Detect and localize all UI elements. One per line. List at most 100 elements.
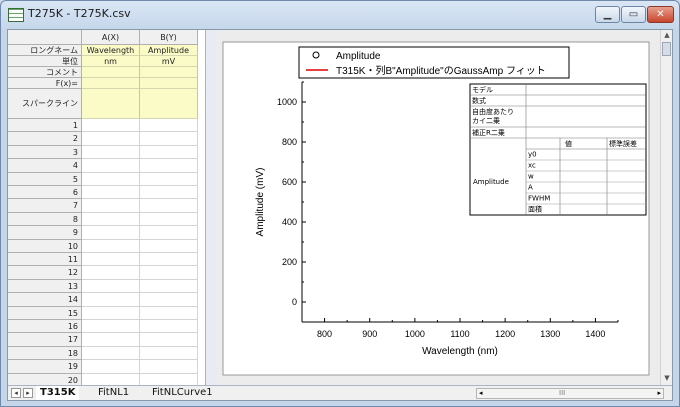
maximize-button[interactable]: ▭ [621,6,646,23]
row-header[interactable]: 15 [8,307,82,320]
data-cell[interactable] [140,280,198,293]
data-cell[interactable] [82,132,140,146]
corner-cell[interactable] [8,30,82,45]
label-cell[interactable] [140,78,198,89]
scroll-down-arrow-icon[interactable]: ▼ [662,373,672,384]
data-cell[interactable] [82,226,140,240]
data-cell[interactable] [82,240,140,253]
data-cell[interactable] [82,119,140,132]
label-cell[interactable] [82,67,140,78]
minimize-button[interactable]: ▁ [595,6,620,23]
tab-scroll-left-icon[interactable]: ◂ [11,388,21,398]
fit-table-row-label: 補正R二乗 [472,128,505,137]
label-cell[interactable] [140,67,198,78]
data-cell[interactable] [82,360,140,374]
scroll-right-arrow-icon[interactable]: ▸ [657,389,661,397]
tab-fitnlcurve1[interactable]: FitNLCurve1 [148,386,217,400]
horizontal-scrollbar[interactable]: ◂ III ▸ [476,388,664,399]
label-row-header[interactable]: スパークライン [8,89,82,119]
data-cell[interactable] [140,159,198,173]
y-axis-title: Amplitude (mV) [255,168,266,237]
row-header[interactable]: 8 [8,213,82,226]
data-cell[interactable] [140,132,198,146]
data-cell[interactable] [82,173,140,186]
data-cell[interactable] [140,240,198,253]
row-header[interactable]: 12 [8,266,82,280]
data-cell[interactable] [140,320,198,333]
row-header[interactable]: 2 [8,132,82,146]
fit-table-col-value: 値 [565,139,572,148]
data-cell[interactable] [82,280,140,293]
row-header[interactable]: 4 [8,159,82,173]
row-header[interactable]: 9 [8,226,82,240]
data-cell[interactable] [140,226,198,240]
label-cell[interactable]: mV [140,56,198,67]
data-cell[interactable] [82,146,140,159]
label-cell[interactable]: nm [82,56,140,67]
data-cell[interactable] [82,186,140,199]
data-cell[interactable] [140,213,198,226]
graph-page[interactable]: 800 900 1000 1100 1200 1300 1400 0 200 400 600 800 1… [217,30,660,385]
data-cell[interactable] [140,266,198,280]
row-header[interactable]: 5 [8,173,82,186]
scroll-left-arrow-icon[interactable]: ◂ [479,389,483,397]
scroll-thumb[interactable] [662,42,671,56]
scroll-up-arrow-icon[interactable]: ▲ [662,30,672,41]
data-cell[interactable] [140,186,198,199]
row-header[interactable]: 7 [8,199,82,213]
scroll-grip-icon[interactable]: III [559,389,565,397]
vertical-scrollbar[interactable]: ▲ ▼ [660,30,672,385]
close-button[interactable]: ✕ [647,6,674,23]
tab-t315k[interactable]: T315K [36,386,80,400]
label-cell[interactable] [140,89,198,119]
label-row-header[interactable]: ロングネーム [8,45,82,56]
data-cell[interactable] [140,347,198,360]
title-bar[interactable]: T275K - T275K.csv ▁ ▭ ✕ [1,1,679,29]
row-header[interactable]: 11 [8,253,82,266]
data-cell[interactable] [140,307,198,320]
graph-area[interactable]: 800 900 1000 1100 1200 1300 1400 0 200 400 600 800 1… [217,30,660,385]
row-header[interactable]: 1 [8,119,82,132]
data-cell[interactable] [140,173,198,186]
tab-fitnl1[interactable]: FitNL1 [94,386,133,400]
tab-scroll-right-icon[interactable]: ▸ [23,388,33,398]
data-cell[interactable] [140,119,198,132]
worksheet-grid[interactable]: A(X) B(Y) ロングネーム Wavelength Amplitude 単位 nm mV コ… [8,30,205,387]
data-cell[interactable] [82,213,140,226]
y-tick-label: 600 [282,177,297,187]
data-cell[interactable] [140,146,198,159]
column-header[interactable]: A(X) [82,30,140,45]
label-row-header[interactable]: F(x)= [8,78,82,89]
data-cell[interactable] [82,333,140,347]
label-cell[interactable]: Amplitude [140,45,198,56]
label-cell[interactable] [82,89,140,119]
row-header[interactable]: 14 [8,293,82,307]
data-cell[interactable] [82,253,140,266]
label-row-header[interactable]: コメント [8,67,82,78]
label-cell[interactable]: Wavelength [82,45,140,56]
data-cell[interactable] [140,333,198,347]
label-cell[interactable] [82,78,140,89]
data-cell[interactable] [82,307,140,320]
data-cell[interactable] [140,199,198,213]
column-header[interactable]: B(Y) [140,30,198,45]
row-header[interactable]: 3 [8,146,82,159]
data-cell[interactable] [140,253,198,266]
data-cell[interactable] [140,360,198,374]
row-header[interactable]: 18 [8,347,82,360]
row-header[interactable]: 17 [8,333,82,347]
data-cell[interactable] [82,347,140,360]
data-cell[interactable] [82,266,140,280]
data-cell[interactable] [82,199,140,213]
row-header[interactable]: 16 [8,320,82,333]
data-cell[interactable] [82,320,140,333]
row-header[interactable]: 6 [8,186,82,199]
row-header[interactable]: 13 [8,280,82,293]
legend-label: T315K・列B"Amplitude"のGaussAmp フィット [336,64,546,77]
data-cell[interactable] [82,159,140,173]
data-cell[interactable] [82,293,140,307]
label-row-header[interactable]: 単位 [8,56,82,67]
row-header[interactable]: 10 [8,240,82,253]
row-header[interactable]: 19 [8,360,82,374]
data-cell[interactable] [140,293,198,307]
